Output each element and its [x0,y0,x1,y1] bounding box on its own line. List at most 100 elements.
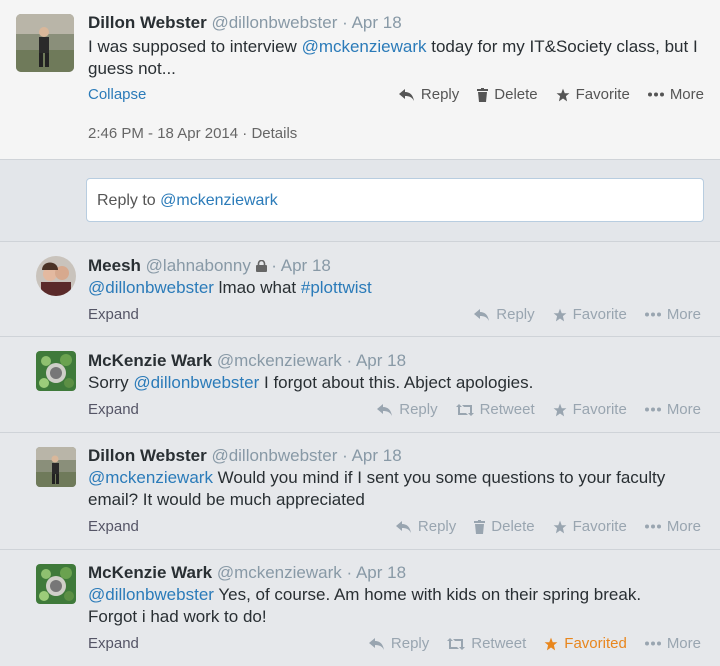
collapse-link[interactable]: Collapse [88,86,146,103]
expand-link[interactable]: Expand [88,401,139,418]
trash-icon [477,87,489,102]
retweet-button[interactable]: Retweet [455,401,535,418]
separator-dot: · [342,446,348,465]
reply-button[interactable]: Reply [395,518,457,535]
reply-button[interactable]: Reply [398,86,460,103]
reply-label: Reply [420,86,460,103]
star-icon [544,637,558,650]
tweet-date[interactable]: Apr 18 [356,351,406,370]
more-dots-icon [647,92,664,97]
author-name[interactable]: McKenzie Wark [88,351,212,370]
tweet-header: Dillon Webster @dillonbwebster · Apr 18 [88,13,402,33]
mention-link[interactable]: @mckenziewark [88,468,213,487]
mention-link[interactable]: @dillonbwebster [133,373,259,392]
tweet-header: Dillon Webster @dillonbwebster · Apr 18 [88,446,402,466]
mention-link[interactable]: @mckenziewark [302,37,427,56]
tweet-actions: Reply Delete Favorite More [381,86,704,103]
favorite-button[interactable]: Favorite [556,86,630,103]
reply-icon [395,520,411,533]
tweet-text: I was supposed to interview @mckenziewar… [88,36,708,80]
favorite-button[interactable]: Favorite [553,401,627,418]
reply-row: Reply to @mckenziewark [0,160,720,242]
reply-input[interactable]: Reply to @mckenziewark [86,178,704,222]
delete-button[interactable]: Delete [477,86,538,103]
favorited-button[interactable]: Favorited [544,635,627,652]
full-timestamp[interactable]: 2:46 PM - 18 Apr 2014 [88,125,238,142]
expand-link[interactable]: Expand [88,306,139,323]
lock-icon [255,259,267,272]
retweet-icon [455,403,474,416]
avatar[interactable] [36,447,76,487]
favorited-label: Favorited [564,635,627,652]
more-dots-icon [644,641,661,646]
details-link[interactable]: Details [251,125,297,142]
avatar[interactable] [16,14,74,72]
expand-link[interactable]: Expand [88,518,139,535]
tweet-text: @mckenziewark Would you mind if I sent y… [88,467,688,511]
tweet-header: McKenzie Wark @mckenziewark · Apr 18 [88,351,406,371]
reply-button[interactable]: Reply [474,306,535,323]
author-handle[interactable]: @mckenziewark [217,351,342,370]
reply-button[interactable]: Reply [377,401,438,418]
retweet-label: Retweet [479,401,535,418]
reply-icon [368,637,384,650]
more-button[interactable]: More [644,401,701,418]
mention-link[interactable]: @dillonbwebster [88,585,214,604]
retweet-button[interactable]: Retweet [447,635,526,652]
tweet-date[interactable]: Apr 18 [281,256,331,275]
more-button[interactable]: More [647,86,704,103]
avatar[interactable] [36,351,76,391]
author-handle[interactable]: @lahnabonny [146,256,251,275]
more-button[interactable]: More [644,635,701,652]
avatar[interactable] [36,256,76,296]
favorite-button[interactable]: Favorite [553,518,627,535]
more-button[interactable]: More [644,518,701,535]
more-label: More [666,518,701,535]
reply-icon [398,88,414,101]
avatar[interactable] [36,564,76,604]
tweet-text: Sorry @dillonbwebster I forgot about thi… [88,372,533,394]
reply-label: Reply [417,518,457,535]
author-handle[interactable]: @dillonbwebster [211,446,337,465]
conversation-tweet: Dillon Webster @dillonbwebster · Apr 18 … [0,433,720,550]
expand-link[interactable]: Expand [88,635,139,652]
separator-dot: · [242,125,248,142]
tweet-date[interactable]: Apr 18 [352,13,402,32]
text-part: I was supposed to interview [88,37,302,56]
tweet-actions: Reply Delete Favorite More [378,518,701,535]
more-dots-icon [644,524,661,529]
timestamp-row: 2:46 PM - 18 Apr 2014 · Details [88,125,297,142]
reply-prefix: Reply to [97,192,161,209]
favorite-label: Favorite [572,518,627,535]
more-button[interactable]: More [644,306,701,323]
delete-button[interactable]: Delete [474,518,535,535]
author-name[interactable]: McKenzie Wark [88,563,212,582]
tweet-date[interactable]: Apr 18 [356,563,406,582]
tweet-date[interactable]: Apr 18 [352,446,402,465]
tweet-actions: Reply Retweet Favorite More [359,401,701,418]
text-part: Sorry [88,373,134,392]
text-part: I forgot about this. Abject apologies. [259,373,534,392]
author-handle[interactable]: @dillonbwebster [211,13,337,32]
reply-icon [474,308,490,321]
trash-icon [474,519,486,534]
mention-link[interactable]: @dillonbwebster [88,278,214,297]
author-name[interactable]: Dillon Webster [88,13,207,32]
favorite-label: Favorite [572,306,627,323]
more-dots-icon [644,312,661,317]
delete-label: Delete [494,86,538,103]
reply-label: Reply [390,635,430,652]
tweet-text: @dillonbwebster Yes, of course. Am home … [88,584,688,628]
favorite-button[interactable]: Favorite [553,306,627,323]
separator-dot: · [346,351,353,370]
delete-label: Delete [491,518,535,535]
hashtag-link[interactable]: #plottwist [301,278,372,297]
author-handle[interactable]: @mckenziewark [217,563,342,582]
conversation-tweet: McKenzie Wark @mckenziewark · Apr 18 @di… [0,550,720,666]
author-name[interactable]: Dillon Webster [88,446,207,465]
author-name[interactable]: Meesh [88,256,141,275]
star-icon [556,88,570,101]
tweet-header: Meesh @lahnabonny · Apr 18 [88,256,331,276]
more-label: More [666,401,701,418]
reply-button[interactable]: Reply [368,635,430,652]
